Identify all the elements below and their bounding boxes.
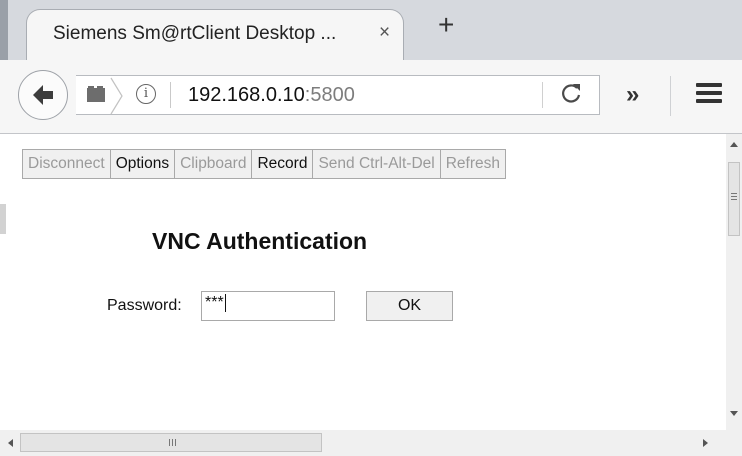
password-value: *** (205, 294, 224, 312)
page-content: Disconnect Options Clipboard Record Send… (0, 134, 742, 430)
url-split (542, 82, 543, 108)
url-divider (170, 82, 171, 108)
vertical-scrollbar[interactable] (726, 134, 742, 430)
breadcrumb-separator-icon (110, 77, 123, 115)
options-button[interactable]: Options (109, 149, 176, 179)
back-arrow-icon (33, 85, 53, 105)
url-host: 192.168.0.10 (188, 84, 305, 106)
folder-icon (87, 86, 105, 102)
back-button[interactable] (18, 70, 68, 120)
url-port: :5800 (304, 84, 355, 106)
scroll-right-icon[interactable] (703, 439, 708, 447)
browser-tab[interactable]: Siemens Sm@rtClient Desktop ... × (26, 9, 404, 61)
horizontal-scrollbar[interactable] (0, 430, 726, 456)
vertical-scroll-thumb[interactable] (728, 162, 740, 236)
horizontal-scroll-thumb[interactable] (20, 433, 322, 452)
tab-close-icon[interactable]: × (379, 22, 390, 44)
scroll-up-icon[interactable] (730, 142, 738, 147)
menu-icon[interactable] (696, 83, 722, 103)
url-text[interactable]: 192.168.0.10:5800 (188, 84, 355, 107)
left-edge-mark (0, 204, 6, 234)
window-edge (0, 0, 8, 60)
send-ctrl-alt-del-button[interactable]: Send Ctrl-Alt-Del (312, 149, 441, 179)
nav-divider (670, 76, 671, 116)
reload-icon[interactable] (560, 82, 582, 106)
record-button[interactable]: Record (251, 149, 314, 179)
new-tab-button[interactable]: + (438, 10, 454, 40)
refresh-button[interactable]: Refresh (439, 149, 506, 179)
nav-bar: i 192.168.0.10:5800 » (0, 60, 742, 134)
url-bar[interactable]: i 192.168.0.10:5800 (76, 75, 600, 115)
auth-title: VNC Authentication (152, 228, 368, 254)
text-caret (224, 294, 226, 312)
tab-title: Siemens Sm@rtClient Desktop ... (53, 23, 337, 44)
scroll-left-icon[interactable] (8, 439, 13, 447)
tab-strip: Siemens Sm@rtClient Desktop ... × + (0, 0, 742, 61)
overflow-icon[interactable]: » (626, 81, 640, 109)
password-input[interactable]: *** (201, 291, 335, 321)
clipboard-button[interactable]: Clipboard (174, 149, 253, 179)
scrollbar-corner (726, 430, 742, 456)
ok-button[interactable]: OK (366, 291, 453, 321)
info-icon[interactable]: i (136, 84, 156, 104)
disconnect-button[interactable]: Disconnect (22, 149, 111, 179)
scroll-down-icon[interactable] (730, 411, 738, 416)
password-label: Password: (107, 297, 182, 314)
vnc-toolbar: Disconnect Options Clipboard Record Send… (22, 149, 506, 179)
